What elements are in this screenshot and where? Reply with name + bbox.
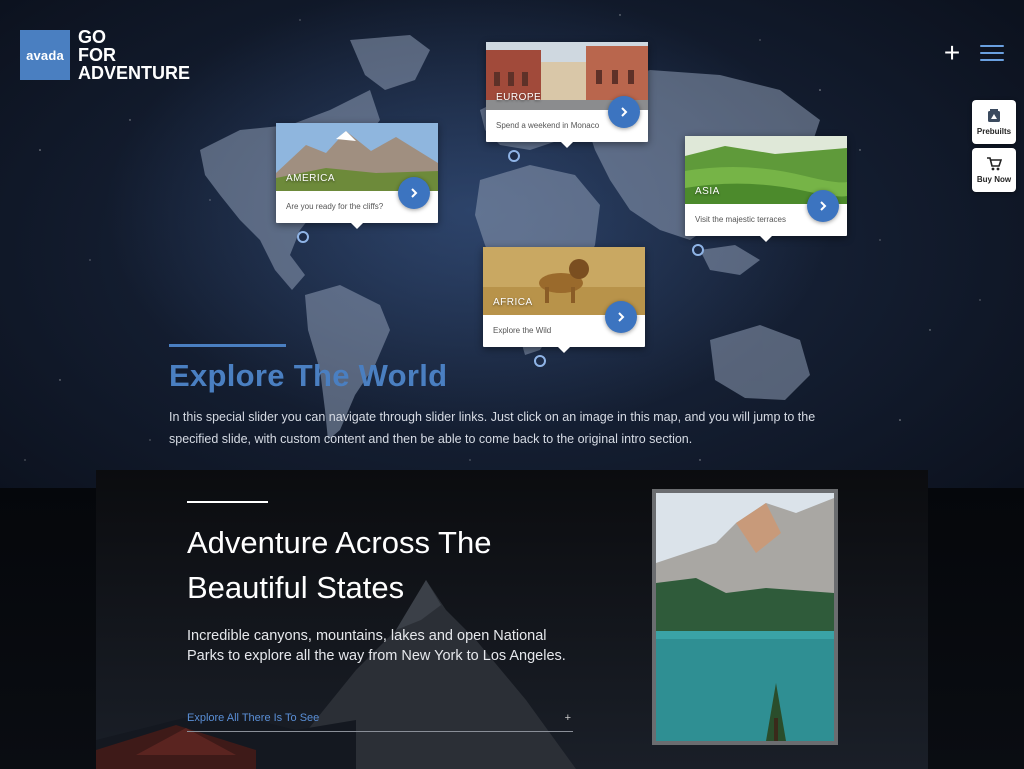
- chevron-right-icon[interactable]: [605, 301, 637, 333]
- card-caption: Visit the majestic terraces: [695, 215, 786, 224]
- hero-title: Explore The World: [169, 358, 448, 393]
- logo-line-3: ADVENTURE: [78, 63, 191, 83]
- map-card-europe[interactable]: EUROPE Spend a weekend in Monaco: [486, 42, 648, 148]
- feature-divider: [187, 501, 268, 503]
- buy-now-label: Buy Now: [976, 175, 1012, 184]
- card-region: EUROPE: [496, 92, 542, 103]
- feature-photo: [652, 489, 838, 745]
- logo-line-2: FOR: [78, 45, 116, 65]
- card-region: AFRICA: [493, 297, 533, 308]
- card-caption: Explore the Wild: [493, 326, 552, 335]
- map-pin-america[interactable]: [297, 231, 309, 243]
- map-card-africa[interactable]: AFRICA Explore the Wild: [483, 247, 645, 353]
- lake-mountain-image: [656, 493, 834, 741]
- chevron-right-icon[interactable]: [807, 190, 839, 222]
- feature-title: Adventure Across The Beautiful States: [187, 525, 492, 605]
- explore-link-label: Explore All There Is To See: [187, 712, 320, 724]
- cart-icon: [987, 157, 1002, 171]
- plus-icon: +: [564, 712, 571, 724]
- prebuilts-label: Prebuilts: [976, 127, 1012, 136]
- map-card-asia[interactable]: ASIA Visit the majestic terraces: [685, 136, 847, 242]
- hero-description: In this special slider you can navigate …: [169, 410, 816, 446]
- card-region: AMERICA: [286, 173, 336, 184]
- map-pin-asia[interactable]: [692, 244, 704, 256]
- hero-section: avada GO FOR ADVENTURE + Prebuilts Buy N…: [0, 0, 1024, 490]
- feature-description: Incredible canyons, mountains, lakes and…: [187, 628, 566, 664]
- map-pin-africa[interactable]: [534, 355, 546, 367]
- hamburger-icon[interactable]: [980, 45, 1004, 63]
- buy-now-button[interactable]: Buy Now: [972, 148, 1016, 192]
- map-card-america[interactable]: AMERICA Are you ready for the cliffs?: [276, 123, 438, 229]
- explore-link[interactable]: Explore All There Is To See +: [187, 712, 573, 732]
- card-caption: Are you ready for the cliffs?: [286, 202, 384, 211]
- chevron-right-icon[interactable]: [608, 96, 640, 128]
- logo-mark: avada: [20, 30, 70, 80]
- card-region: ASIA: [695, 186, 720, 197]
- chevron-right-icon[interactable]: [398, 177, 430, 209]
- plus-icon[interactable]: +: [940, 39, 964, 67]
- map-pin-europe[interactable]: [508, 150, 520, 162]
- card-caption: Spend a weekend in Monaco: [496, 121, 600, 130]
- site-logo[interactable]: avada GO FOR ADVENTURE: [20, 28, 190, 82]
- prebuilts-icon: [988, 109, 1000, 122]
- logo-line-1: GO: [78, 27, 107, 47]
- prebuilts-button[interactable]: Prebuilts: [972, 100, 1016, 144]
- hero-divider: [169, 344, 286, 347]
- logo-wordmark: GO FOR ADVENTURE: [78, 28, 190, 82]
